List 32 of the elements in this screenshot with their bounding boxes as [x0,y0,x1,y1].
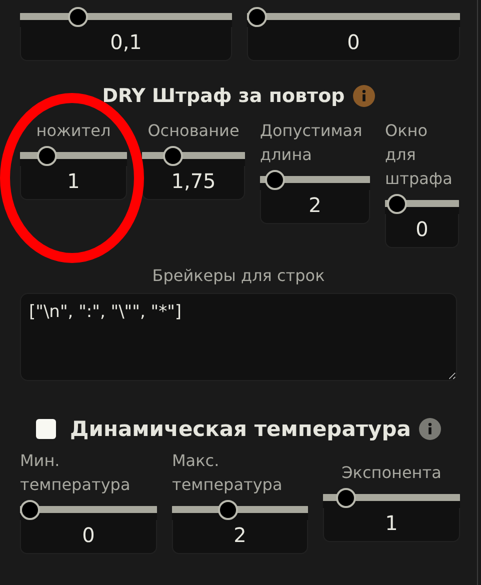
number-field[interactable]: 2 [260,190,370,224]
section-title: Динамическая температура [70,417,411,441]
number-field[interactable]: 1 [323,508,460,542]
number-field[interactable]: 1,75 [142,166,245,200]
number-field[interactable]: 0 [20,520,157,554]
checkbox[interactable] [36,419,56,439]
section-title: DRY Штраф за повтор [102,85,345,107]
slider-thumb[interactable] [265,170,286,190]
slider-thumb[interactable] [20,500,40,520]
slider-label: Основание [148,120,240,142]
info-icon[interactable] [418,418,441,440]
slider-label: Макс. температура [172,450,284,496]
number-field[interactable]: 1 [20,166,127,200]
slider-thumb[interactable] [68,7,88,27]
number-field[interactable]: 2 [172,520,308,554]
slider-label: Мин. температура [20,450,132,496]
slider-thumb[interactable] [162,146,183,166]
slider-thumb[interactable] [336,488,356,508]
number-field[interactable]: 0 [247,27,460,61]
text-area[interactable]: ["\n", ":", "\"", "*"] [20,293,457,381]
slider-label: ножител [36,120,111,142]
slider-thumb[interactable] [247,7,267,27]
slider-thumb[interactable] [387,194,408,214]
slider-label: Окно для штрафа [385,120,454,190]
number-field[interactable]: 0,1 [20,27,232,61]
info-icon[interactable] [352,85,375,107]
number-field[interactable]: 0 [385,214,459,248]
field-label: Брейкеры для строк [152,266,325,285]
slider-thumb[interactable] [37,146,58,166]
slider-thumb[interactable] [218,500,238,520]
slider-label: Допустимая длина [260,120,364,166]
slider-label: Экспонента [342,462,442,484]
